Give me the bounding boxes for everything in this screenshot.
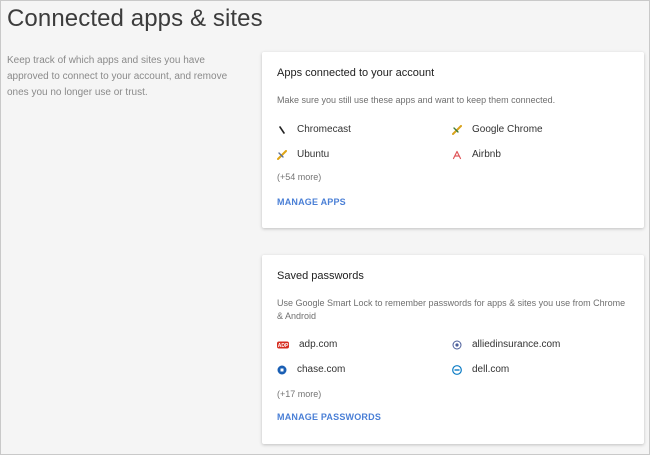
app-item-ubuntu[interactable]: Ubuntu [277,149,329,160]
apps-card-description: Make sure you still use these apps and w… [277,95,556,105]
saved-passwords-card: Saved passwords Use Google Smart Lock to… [262,255,644,444]
app-item-label: Ubuntu [297,149,330,160]
password-item-label: dell.com [472,364,510,375]
passwords-card-title: Saved passwords [277,270,364,282]
page-title: Connected apps & sites [7,5,263,32]
dell-icon [452,364,462,375]
password-item-dell[interactable]: dell.com [452,364,509,375]
password-item-chase[interactable]: chase.com [277,364,345,375]
chase-icon [277,365,287,375]
manage-apps-link[interactable]: MANAGE APPS [277,197,346,207]
airbnb-icon [452,150,462,160]
app-item-chromecast[interactable]: Chromecast [277,124,351,135]
apps-more-count: (+54 more) [277,172,322,182]
manage-passwords-link[interactable]: MANAGE PASSWORDS [277,412,381,422]
adp-icon: ADP [277,340,289,350]
svg-text:ADP: ADP [278,343,289,349]
page-intro: Keep track of which apps and sites you h… [7,55,228,98]
app-item-label: Google Chrome [472,124,543,135]
password-item-adp[interactable]: ADP adp.com [277,339,337,350]
app-item-label: Chromecast [297,124,351,135]
passwords-more-count: (+17 more) [277,389,322,399]
chromecast-icon [277,125,287,135]
password-item-label: adp.com [299,339,338,350]
allied-insurance-icon [452,340,462,350]
ubuntu-icon [277,149,287,160]
app-item-google-chrome[interactable]: Google Chrome [452,124,543,135]
app-item-airbnb[interactable]: Airbnb [452,149,501,160]
app-item-label: Airbnb [472,149,501,160]
passwords-card-description: Use Google Smart Lock to remember passwo… [277,298,626,321]
password-item-label: chase.com [297,364,346,375]
apps-card-title: Apps connected to your account [277,67,435,79]
password-item-label: alliedinsurance.com [472,339,561,350]
apps-connected-card: Apps connected to your account Make sure… [262,52,644,228]
google-chrome-icon [452,124,462,135]
password-item-alliedinsurance[interactable]: alliedinsurance.com [452,339,560,350]
